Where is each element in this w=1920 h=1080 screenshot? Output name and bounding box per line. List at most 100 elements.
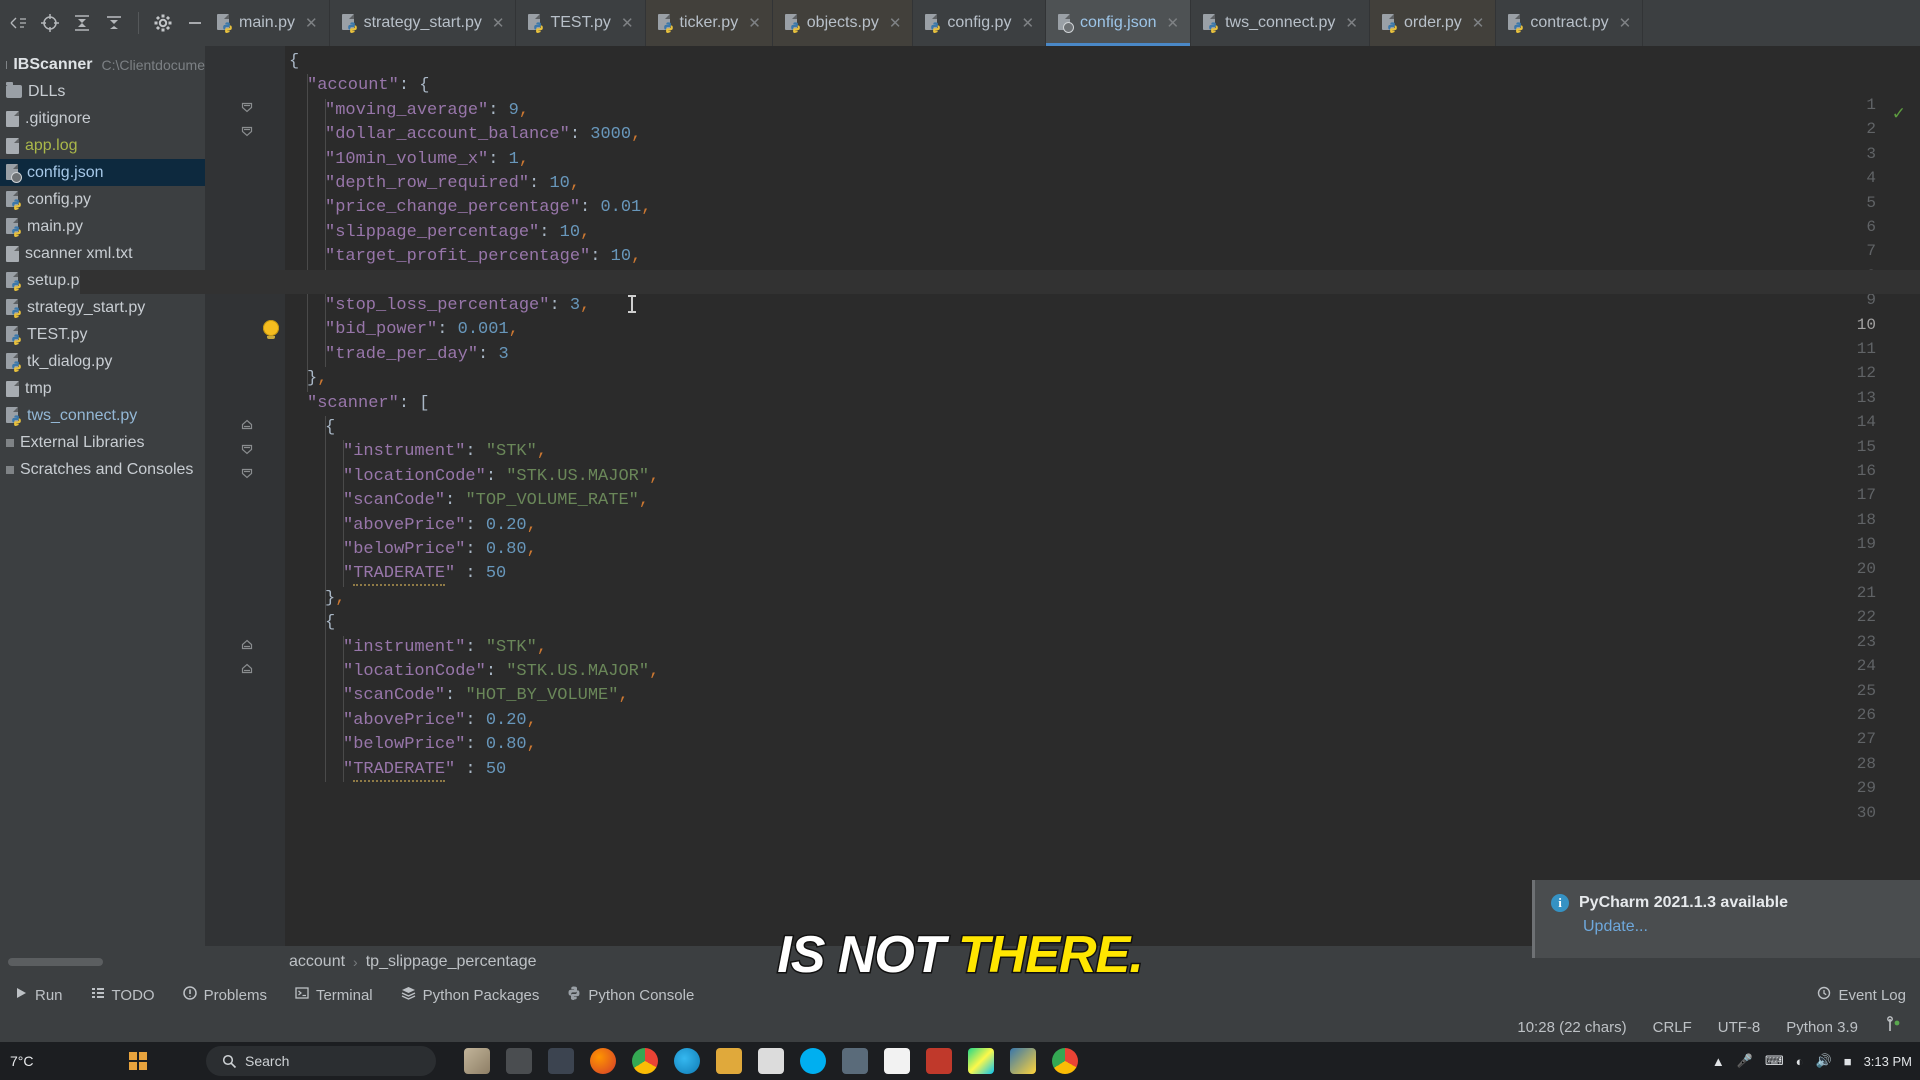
gear-icon[interactable]: [147, 7, 179, 39]
fold-open-icon[interactable]: [241, 444, 253, 456]
code-line-8[interactable]: "slippage_percentage": 10,: [325, 221, 590, 245]
code-line-2[interactable]: "account": {: [307, 74, 429, 98]
tab-close-icon[interactable]: ✕: [748, 14, 761, 32]
editor-tab-main-py[interactable]: main.py ✕: [205, 0, 330, 46]
editor-tab-order-py[interactable]: order.py ✕: [1369, 0, 1497, 46]
code-line-27[interactable]: "scanCode": "HOT_BY_VOLUME",: [343, 684, 629, 708]
tool-window-run[interactable]: Run: [0, 978, 77, 1012]
tab-close-icon[interactable]: ✕: [621, 14, 634, 32]
editor-tab-config-json[interactable]: config.json ✕: [1046, 0, 1192, 46]
code-line-14[interactable]: },: [307, 367, 327, 391]
code-line-13[interactable]: "trade_per_day": 3: [325, 343, 509, 367]
tab-close-icon[interactable]: ✕: [1619, 14, 1632, 32]
sidebar-item-strategy_start-py[interactable]: strategy_start.py: [0, 294, 205, 321]
code-line-28[interactable]: "abovePrice": 0.20,: [343, 709, 537, 733]
sidebar-item-app-log[interactable]: app.log: [0, 132, 205, 159]
tool-window-problems[interactable]: Problems: [169, 978, 281, 1012]
app-icon-edge[interactable]: [674, 1048, 700, 1074]
app-icon-task-view[interactable]: [506, 1048, 532, 1074]
code-line-3[interactable]: "moving_average": 9,: [325, 99, 529, 123]
tab-close-icon[interactable]: ✕: [1472, 14, 1485, 32]
sidebar-item-ibscanner[interactable]: IBScanner C:\Clientdocume: [0, 51, 205, 78]
code-line-21[interactable]: "belowPrice": 0.80,: [343, 538, 537, 562]
fold-open-icon[interactable]: [241, 468, 253, 480]
fold-close-icon[interactable]: [241, 639, 253, 651]
fold-close-icon[interactable]: [241, 419, 253, 431]
sidebar-item-main-py[interactable]: main.py: [0, 213, 205, 240]
sidebar-item-tws_connect-py[interactable]: tws_connect.py: [0, 402, 205, 429]
chevron-up-icon[interactable]: ▲: [1712, 1054, 1725, 1069]
app-icon-notepad[interactable]: [758, 1048, 784, 1074]
app-icon-pycharm[interactable]: [968, 1048, 994, 1074]
sidebar-item-config-json[interactable]: config.json: [0, 159, 205, 186]
code-line-4[interactable]: "dollar_account_balance": 3000,: [325, 123, 641, 147]
app-icon-music[interactable]: [926, 1048, 952, 1074]
code-line-29[interactable]: "belowPrice": 0.80,: [343, 733, 537, 757]
keyboard-icon[interactable]: ⌨: [1765, 1053, 1784, 1069]
editor-tab-TEST-py[interactable]: TEST.py ✕: [516, 0, 646, 46]
app-icon-chrome[interactable]: [632, 1048, 658, 1074]
notification-update-link[interactable]: Update...: [1583, 918, 1904, 936]
code-line-1[interactable]: {: [289, 50, 299, 74]
editor-gutter[interactable]: [205, 46, 285, 946]
tool-window-python-console[interactable]: Python Console: [553, 978, 708, 1012]
app-icon-store[interactable]: [842, 1048, 868, 1074]
tab-close-icon[interactable]: ✕: [889, 14, 902, 32]
tool-window-terminal[interactable]: Terminal: [281, 978, 387, 1012]
taskbar-search[interactable]: Search: [206, 1046, 436, 1076]
tool-window-python-packages[interactable]: Python Packages: [387, 978, 554, 1012]
weather-widget[interactable]: 7°C: [0, 1053, 120, 1069]
tool-window-todo[interactable]: TODO: [77, 978, 169, 1012]
git-branch-icon[interactable]: [1884, 1016, 1904, 1038]
tab-close-icon[interactable]: ✕: [305, 14, 318, 32]
taskbar-clock[interactable]: 3:13 PM: [1864, 1054, 1912, 1069]
editor-tab-ticker-py[interactable]: ticker.py ✕: [645, 0, 773, 46]
tab-close-icon[interactable]: ✕: [492, 14, 505, 32]
inspection-ok-icon[interactable]: ✓: [1892, 104, 1906, 124]
editor-code-area[interactable]: { "account": {"moving_average": 9, "dollar…: [285, 46, 1920, 946]
navigate-back-icon[interactable]: [2, 7, 34, 39]
code-line-17[interactable]: "instrument": "STK",: [343, 440, 547, 464]
fold-open-icon[interactable]: [241, 102, 253, 114]
app-icon-chrome2[interactable]: [1052, 1048, 1078, 1074]
fold-open-icon[interactable]: [241, 126, 253, 138]
code-line-12[interactable]: "bid_power": 0.001,: [325, 318, 519, 342]
code-line-25[interactable]: "instrument": "STK",: [343, 636, 547, 660]
file-encoding[interactable]: UTF-8: [1718, 1019, 1761, 1036]
editor-tab-objects-py[interactable]: objects.py ✕: [772, 0, 914, 46]
code-line-20[interactable]: "abovePrice": 0.20,: [343, 514, 537, 538]
expand-all-icon[interactable]: [66, 7, 98, 39]
code-line-5[interactable]: "10min_volume_x": 1,: [325, 148, 529, 172]
tool-window-event-log[interactable]: Event Log: [1803, 978, 1920, 1012]
intention-bulb-icon[interactable]: [263, 319, 279, 339]
sidebar-item-external-libraries[interactable]: External Libraries: [0, 429, 205, 456]
sidebar-item-config-py[interactable]: config.py: [0, 186, 205, 213]
fold-close-icon[interactable]: [241, 663, 253, 675]
app-icon-folder[interactable]: [716, 1048, 742, 1074]
volume-icon[interactable]: 🔊: [1816, 1053, 1832, 1069]
code-line-30[interactable]: "TRADERATE" : 50: [343, 758, 506, 782]
app-icon-python[interactable]: [1010, 1048, 1036, 1074]
app-icon-explorer[interactable]: [548, 1048, 574, 1074]
code-line-6[interactable]: "depth_row_required": 10,: [325, 172, 580, 196]
collapse-all-icon[interactable]: [98, 7, 130, 39]
sidebar-item-tmp[interactable]: tmp: [0, 375, 205, 402]
line-separator[interactable]: CRLF: [1653, 1019, 1692, 1036]
tab-close-icon[interactable]: ✕: [1345, 14, 1358, 32]
code-line-24[interactable]: {: [325, 611, 335, 635]
wifi-icon[interactable]: ◐: [1796, 1054, 1804, 1069]
editor-tab-contract-py[interactable]: contract.py ✕: [1496, 0, 1644, 46]
code-line-26[interactable]: "locationCode": "STK.US.MAJOR",: [343, 660, 659, 684]
python-interpreter[interactable]: Python 3.9: [1786, 1019, 1858, 1036]
sidebar-item-test-py[interactable]: TEST.py: [0, 321, 205, 348]
code-line-7[interactable]: "price_change_percentage": 0.01,: [325, 196, 651, 220]
sidebar-item--gitignore[interactable]: .gitignore: [0, 105, 205, 132]
caret-position[interactable]: 10:28 (22 chars): [1517, 1019, 1626, 1036]
code-line-11[interactable]: "stop_loss_percentage": 3,: [325, 294, 590, 318]
editor-tab-strategy_start-py[interactable]: strategy_start.py ✕: [330, 0, 517, 46]
code-line-15[interactable]: "scanner": [: [307, 392, 429, 416]
sidebar-item-scratches-and-consoles[interactable]: Scratches and Consoles: [0, 456, 205, 483]
update-notification[interactable]: i PyCharm 2021.1.3 available Update...: [1532, 880, 1920, 958]
target-icon[interactable]: [34, 7, 66, 39]
editor-tab-tws_connect-py[interactable]: tws_connect.py ✕: [1191, 0, 1370, 46]
